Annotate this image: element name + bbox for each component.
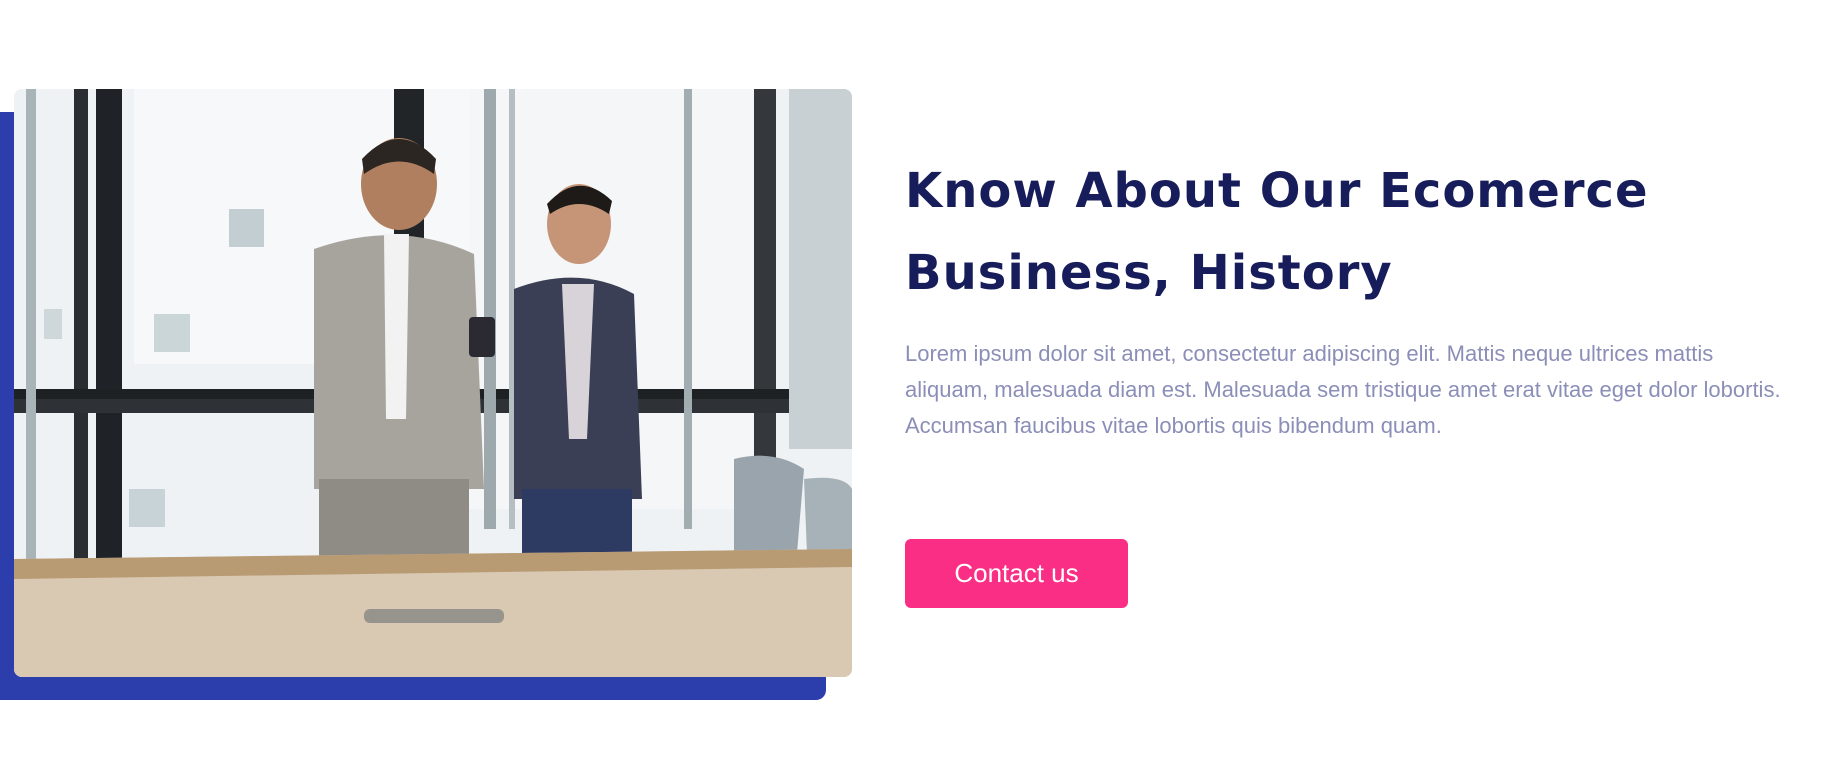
about-content: Know About Our Ecomerce Business, Histor… <box>905 150 1785 444</box>
office-meeting-illustration <box>14 89 852 677</box>
contact-us-button[interactable]: Contact us <box>905 539 1128 608</box>
business-photo <box>14 89 852 677</box>
section-title: Know About Our Ecomerce Business, Histor… <box>905 163 1649 301</box>
section-description: Lorem ipsum dolor sit amet, consectetur … <box>905 341 1781 438</box>
